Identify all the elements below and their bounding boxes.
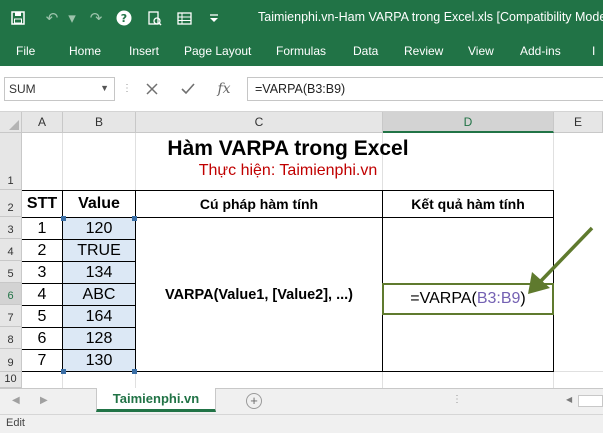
- table-cell-stt[interactable]: 1: [22, 218, 62, 239]
- tab-view[interactable]: View: [468, 44, 494, 58]
- tab-insert[interactable]: Insert: [129, 44, 159, 58]
- next-sheet-icon[interactable]: ▶: [40, 395, 48, 406]
- customize-qat-icon[interactable]: [204, 8, 224, 28]
- row-header-4[interactable]: 4: [0, 239, 22, 261]
- formula-prefix: =VARPA(: [410, 290, 477, 307]
- table-cell-stt[interactable]: 5: [22, 306, 62, 327]
- title-bar: ↶ ▾ ↷ ? Taimienphi.vn-Ham VARPA trong Ex…: [0, 0, 603, 36]
- table-cell-stt[interactable]: 7: [22, 350, 62, 371]
- formula-text: =VARPA(B3:B9): [255, 82, 346, 96]
- row-header-1[interactable]: 1: [0, 133, 22, 190]
- syntax-cell[interactable]: VARPA(Value1, [Value2], ...): [136, 218, 382, 371]
- table-border: [382, 190, 383, 372]
- tab-formulas[interactable]: Formulas: [276, 44, 326, 58]
- add-sheet-button[interactable]: +: [246, 393, 262, 409]
- table-cell-value[interactable]: 120: [63, 218, 135, 239]
- column-header-d[interactable]: D: [383, 112, 554, 133]
- row-header-6[interactable]: 6: [0, 283, 22, 305]
- row-header-9[interactable]: 9: [0, 349, 22, 372]
- undo-dropdown-icon[interactable]: ▾: [62, 8, 82, 28]
- print-preview-icon[interactable]: [144, 8, 164, 28]
- select-all-button[interactable]: [0, 112, 22, 133]
- formula-input[interactable]: =VARPA(B3:B9): [247, 77, 603, 101]
- row-header-10[interactable]: 10: [0, 372, 22, 388]
- horizontal-scrollbar[interactable]: [578, 395, 603, 407]
- row-header-3[interactable]: 3: [0, 217, 22, 239]
- header-result: Kết quả hàm tính: [411, 195, 525, 212]
- header-syntax: Cú pháp hàm tính: [199, 195, 319, 212]
- header-value: Value: [78, 194, 120, 212]
- sheet-subtitle: Thực hiện: Taimienphi.vn: [198, 162, 378, 179]
- table-cell-stt[interactable]: 3: [22, 262, 62, 283]
- sheet-tab-bar: ◀ ▶ Taimienphi.vn + ⋮ ◀: [0, 388, 603, 414]
- status-bar: Edit: [0, 414, 603, 433]
- close-icon[interactable]: [141, 78, 163, 100]
- tab-review[interactable]: Review: [404, 44, 443, 58]
- column-header-e[interactable]: E: [554, 112, 603, 133]
- annotation-arrow-icon: [528, 226, 594, 294]
- name-box-value: SUM: [9, 82, 36, 96]
- select-all-triangle-icon: [9, 120, 19, 130]
- tab-overflow[interactable]: I: [592, 44, 595, 58]
- worksheet-grid[interactable]: A B C D E 1 2 3 4 5 6 7 8 9 10 Hàm VARPA…: [0, 112, 603, 388]
- row-header-2[interactable]: 2: [0, 190, 22, 217]
- table-cell-value[interactable]: 130: [63, 350, 135, 371]
- table-cell-stt[interactable]: 2: [22, 240, 62, 261]
- insert-function-icon[interactable]: fx: [213, 78, 235, 100]
- svg-text:?: ?: [121, 12, 127, 25]
- tab-page-layout[interactable]: Page Layout: [184, 44, 251, 58]
- row-header-7[interactable]: 7: [0, 305, 22, 327]
- table-cell-value[interactable]: TRUE: [63, 240, 135, 261]
- table-cell-stt[interactable]: 4: [22, 284, 62, 305]
- window-title: Taimienphi.vn-Ham VARPA trong Excel.xls …: [258, 10, 603, 24]
- table-border: [22, 371, 554, 372]
- save-icon[interactable]: [8, 8, 28, 28]
- prev-sheet-icon[interactable]: ◀: [12, 395, 20, 406]
- table-cell-value[interactable]: ABC: [63, 284, 135, 305]
- help-icon[interactable]: ?: [114, 8, 134, 28]
- scroll-left-icon[interactable]: ◀: [566, 395, 576, 407]
- data-form-icon[interactable]: [174, 8, 194, 28]
- column-header-c[interactable]: C: [136, 112, 383, 133]
- redo-icon[interactable]: ↷: [86, 8, 106, 28]
- column-header-b[interactable]: B: [63, 112, 136, 133]
- tab-data[interactable]: Data: [353, 44, 378, 58]
- tab-split-handle-icon[interactable]: ⋮: [452, 394, 462, 405]
- tab-home[interactable]: Home: [69, 44, 101, 58]
- ribbon-tabs: File Home Insert Page Layout Formulas Da…: [0, 36, 603, 66]
- row-header-5[interactable]: 5: [0, 261, 22, 283]
- table-cell-stt[interactable]: 6: [22, 328, 62, 349]
- status-mode: Edit: [6, 417, 25, 429]
- range-handle[interactable]: [61, 216, 66, 221]
- name-box[interactable]: SUM ▼: [4, 77, 115, 101]
- table-cell-value[interactable]: 164: [63, 306, 135, 327]
- column-header-a[interactable]: A: [22, 112, 63, 133]
- range-handle[interactable]: [61, 369, 66, 374]
- formula-bar: SUM ▼ ⋮ fx =VARPA(B3:B9): [0, 66, 603, 112]
- table-cell-value[interactable]: 128: [63, 328, 135, 349]
- sheet-tab-taimienphi[interactable]: Taimienphi.vn: [96, 388, 216, 412]
- undo-icon[interactable]: ↶: [42, 8, 62, 28]
- row-header-8[interactable]: 8: [0, 327, 22, 349]
- chevron-down-icon[interactable]: ▼: [100, 83, 109, 93]
- formula-range-reference: B3:B9: [476, 290, 521, 307]
- header-stt: STT: [26, 194, 58, 212]
- tab-file[interactable]: File: [16, 44, 35, 58]
- table-cell-value[interactable]: 134: [63, 262, 135, 283]
- check-icon[interactable]: [177, 78, 199, 100]
- formula-bar-grip-icon[interactable]: ⋮: [122, 83, 132, 94]
- tab-add-ins[interactable]: Add-ins: [520, 44, 561, 58]
